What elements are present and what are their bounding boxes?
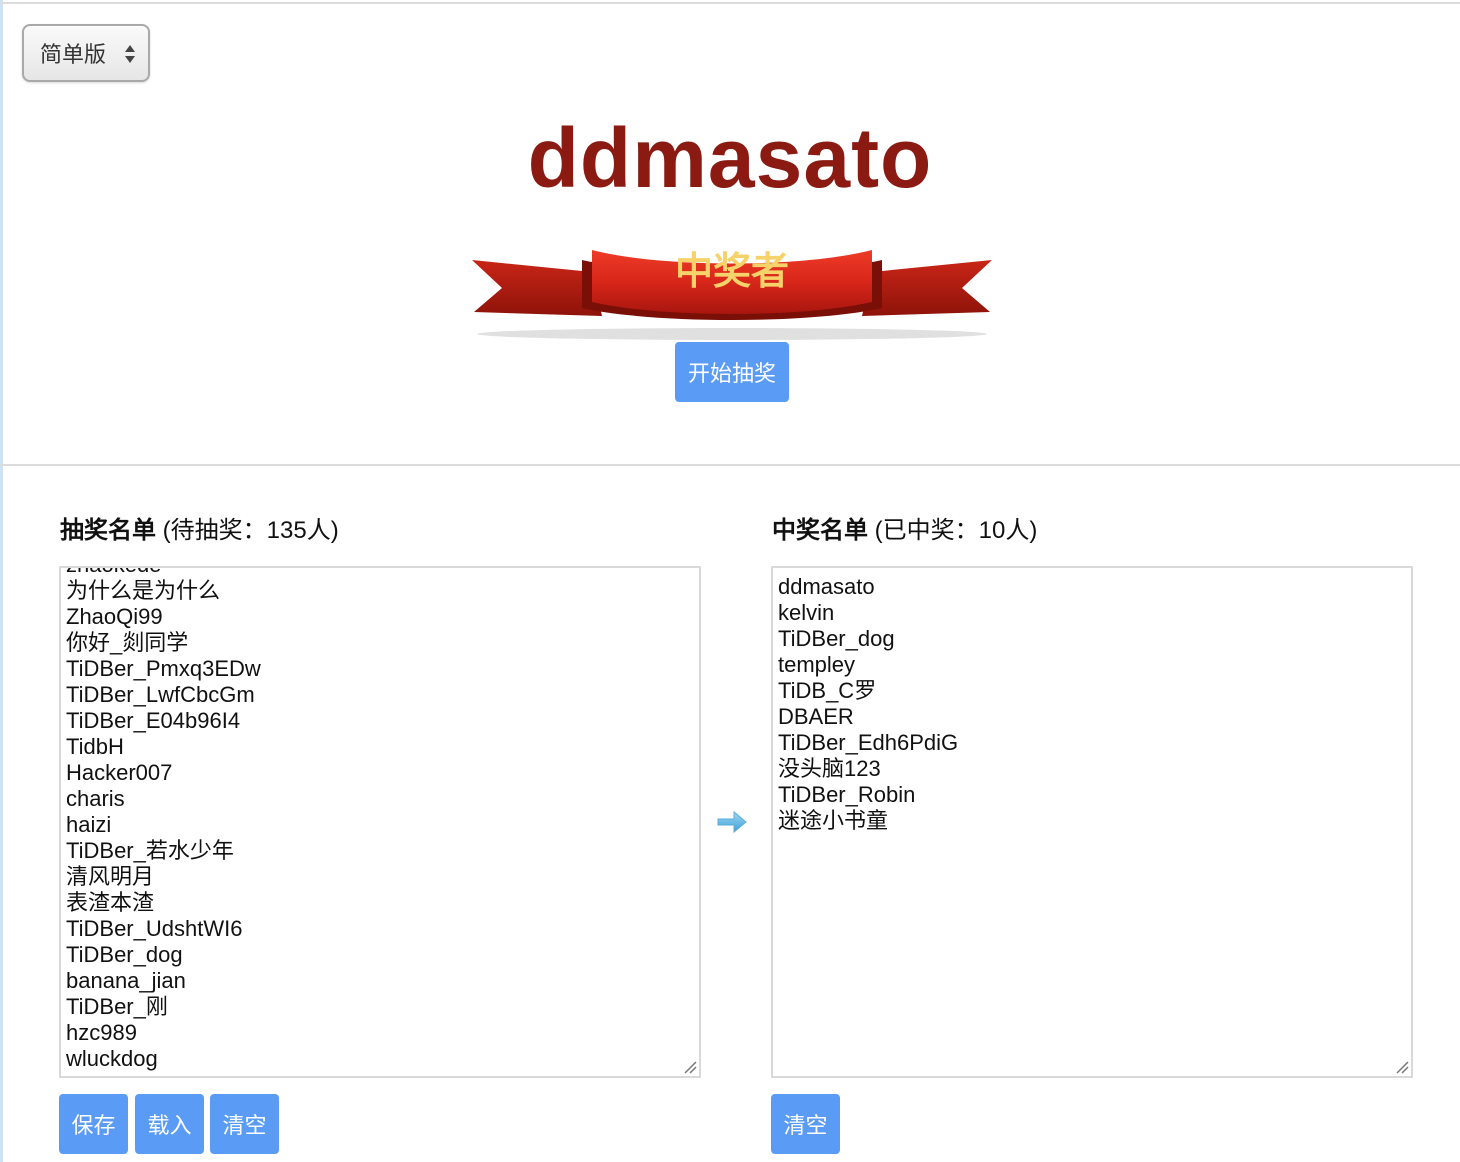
- load-button[interactable]: 载入: [135, 1094, 204, 1154]
- section-divider: [0, 464, 1460, 466]
- list-item: 为什么是为什么: [66, 578, 221, 603]
- list-item: DBAER: [778, 704, 854, 729]
- list-item: wluckdog: [66, 1046, 158, 1071]
- list-item: templey: [778, 652, 856, 677]
- list-item: TiDBer_Pmxq3EDw: [66, 656, 261, 681]
- list-item: kelvin: [778, 600, 835, 625]
- list-item: 迷途小书童: [778, 808, 889, 833]
- list-item: TiDBer_E04b96I4: [66, 708, 241, 733]
- winners-names-textarea[interactable]: ddmasato kelvin TiDBer_dog templey TiDB_…: [771, 566, 1413, 1078]
- list-item: haizi: [66, 812, 112, 837]
- list-item: Hacker007: [66, 760, 173, 785]
- list-item: TiDBer_Edh6PdiG: [778, 730, 959, 755]
- list-item: 没头脑123: [778, 756, 881, 781]
- list-item: hzc989: [66, 1020, 137, 1045]
- pending-list-title: 抽奖名单: [60, 517, 156, 544]
- list-item-partial: zhaokede: [66, 568, 261, 578]
- mode-select[interactable]: 简单版: [22, 24, 150, 82]
- resize-grip-icon[interactable]: [683, 1060, 697, 1074]
- list-item: TiDBer_Robin: [778, 782, 916, 807]
- start-draw-button[interactable]: 开始抽奖: [675, 342, 789, 402]
- list-item: TiDBer_LwfCbcGm: [66, 682, 255, 707]
- list-item: TiDBer_dog: [66, 942, 183, 967]
- winner-banner-label: 中奖者: [675, 249, 789, 293]
- winners-count: (已中奖：10人): [874, 517, 1038, 544]
- clear-pending-button[interactable]: 清空: [210, 1094, 279, 1154]
- save-button[interactable]: 保存: [59, 1094, 128, 1154]
- list-item: ZhaoQi99: [66, 604, 163, 629]
- pending-count: (待抽奖：135人): [162, 517, 339, 544]
- list-item: 清风明月: [66, 864, 155, 889]
- pending-list-heading: 抽奖名单 (待抽奖：135人): [60, 510, 339, 545]
- pending-names-textarea[interactable]: zhaokede 为什么是为什么 ZhaoQi99 你好_剡同学 TiDBer_…: [59, 566, 701, 1078]
- list-item: TiDB_C罗: [778, 678, 877, 703]
- list-item: ddmasato: [778, 574, 875, 599]
- list-item: 表渣本渣: [66, 890, 155, 915]
- clear-winners-button[interactable]: 清空: [771, 1094, 840, 1154]
- list-item: TidbH: [66, 734, 124, 759]
- list-item: TiDBer_若水少年: [66, 838, 234, 863]
- list-item: charis: [66, 786, 125, 811]
- list-item: banana_jian: [66, 968, 186, 993]
- mode-select-value: 简单版: [40, 42, 107, 67]
- winners-list-heading: 中奖名单 (已中奖：10人): [772, 510, 1037, 545]
- list-item: TiDBer_UdshtWI6: [66, 916, 243, 941]
- list-item: TiDBer_dog: [778, 626, 895, 651]
- list-item: 你好_剡同学: [66, 630, 189, 655]
- winner-name: ddmasato: [527, 111, 933, 205]
- arrow-right-icon: [717, 810, 747, 834]
- select-arrows-icon: [125, 45, 135, 63]
- top-divider: [0, 2, 1460, 4]
- winner-ribbon-banner: 中奖者: [472, 249, 992, 340]
- resize-grip-icon[interactable]: [1395, 1060, 1409, 1074]
- list-item: TiDBer_刚: [66, 994, 168, 1019]
- winners-list-title: 中奖名单: [772, 517, 868, 544]
